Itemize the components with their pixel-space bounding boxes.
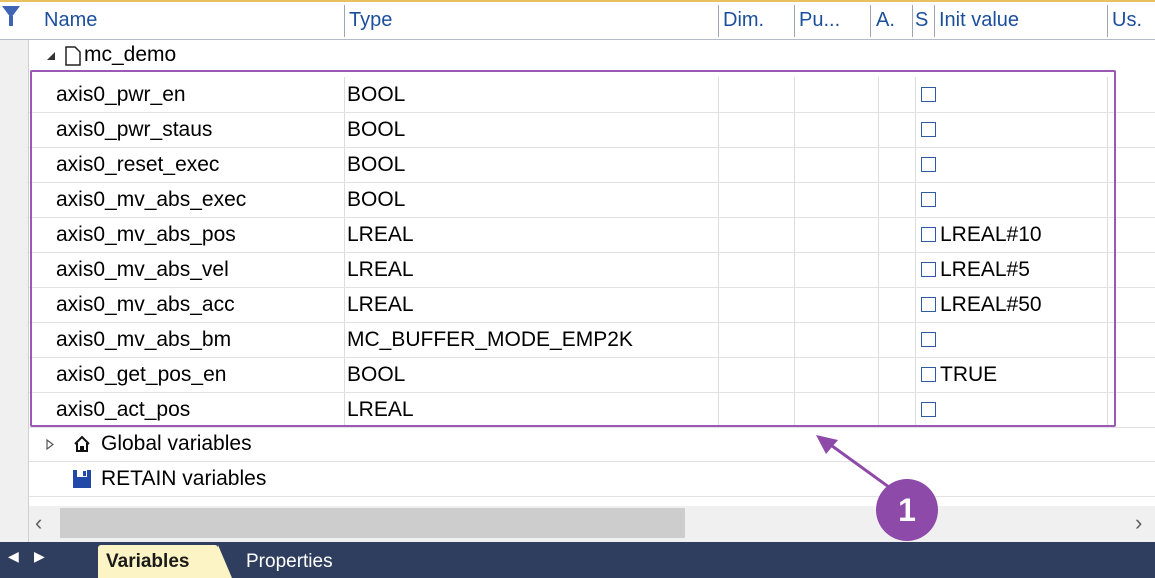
annotation-arrow (816, 435, 894, 492)
bottom-tab-bar: ◀ ▶ Variables Properties (0, 542, 1155, 578)
nav-left-arrow-icon[interactable]: ◀ (8, 548, 19, 565)
annotation-badge: 1 (876, 479, 938, 541)
tab-properties[interactable]: Properties (246, 545, 333, 578)
nav-right-arrow-icon[interactable]: ▶ (34, 548, 45, 565)
tab-variables[interactable]: Variables (98, 545, 232, 578)
